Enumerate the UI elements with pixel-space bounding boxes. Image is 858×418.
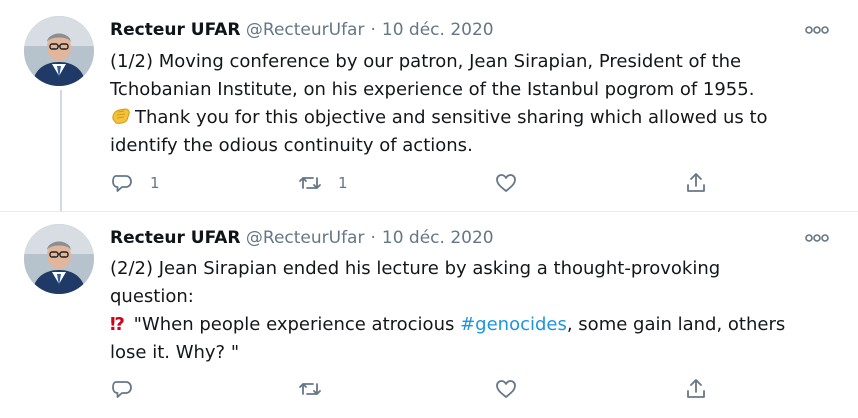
- reply-button[interactable]: [110, 374, 150, 404]
- share-icon: [687, 379, 705, 398]
- avatar[interactable]: [24, 224, 94, 294]
- tweet-text-line-content: Thank you for this objective and sensiti…: [135, 107, 768, 128]
- author-handle[interactable]: @RecteurUfar: [246, 20, 365, 40]
- tweet-text-fragment: , some gain land, others: [566, 314, 786, 335]
- tweet-text: (1/2) Moving conference by our patron, J…: [110, 48, 810, 160]
- more-options-button[interactable]: [804, 230, 830, 244]
- tweet-text-line: (1/2) Moving conference by our patron, J…: [110, 51, 742, 72]
- interrobang-emoji-icon: ⁉: [110, 314, 125, 335]
- tweet-text-line: ⁉ "When people experience atrocious #gen…: [110, 311, 810, 339]
- share-button[interactable]: [684, 168, 708, 198]
- reply-icon: [112, 381, 132, 398]
- tweet-header: Recteur UFAR @RecteurUfar · 10 déc. 2020: [110, 228, 494, 248]
- tweet-2[interactable]: Recteur UFAR @RecteurUfar · 10 déc. 2020 (…: [0, 211, 858, 418]
- tweet-text-fragment: "When people experience atrocious: [127, 314, 461, 335]
- like-button[interactable]: [494, 168, 534, 198]
- tweet-actions: [110, 374, 810, 404]
- retweet-count: 1: [338, 174, 348, 192]
- separator-dot: ·: [370, 228, 376, 248]
- share-button[interactable]: [684, 374, 708, 404]
- retweet-button[interactable]: 1: [298, 168, 348, 198]
- author-handle[interactable]: @RecteurUfar: [246, 228, 365, 248]
- reply-icon: [112, 175, 132, 192]
- more-options-icon: [805, 26, 829, 34]
- tweet-date[interactable]: 10 déc. 2020: [382, 228, 494, 248]
- author-name[interactable]: Recteur UFAR: [110, 20, 240, 40]
- reply-button[interactable]: 1: [110, 168, 160, 198]
- tweet-thread: Recteur UFAR @RecteurUfar · 10 déc. 2020 (…: [0, 0, 858, 418]
- reply-count: 1: [150, 174, 160, 192]
- like-button[interactable]: [494, 374, 534, 404]
- tweet-1[interactable]: Recteur UFAR @RecteurUfar · 10 déc. 2020 (…: [0, 0, 858, 211]
- retweet-icon: [299, 383, 321, 395]
- retweet-icon: [299, 177, 321, 189]
- tweet-header: Recteur UFAR @RecteurUfar · 10 déc. 2020: [110, 20, 494, 40]
- tweet-text: (2/2) Jean Sirapian ended his lecture by…: [110, 255, 810, 367]
- like-heart-icon: [496, 174, 516, 192]
- tweet-text-line: lose it. Why? ": [110, 342, 240, 363]
- tweet-actions: 1 1: [110, 168, 810, 198]
- share-icon: [687, 173, 705, 192]
- tweet-text-line: (2/2) Jean Sirapian ended his lecture by…: [110, 258, 721, 279]
- tweet-text-line: Thank you for this objective and sensiti…: [110, 104, 810, 132]
- hashtag-link[interactable]: #genocides: [460, 314, 567, 335]
- avatar[interactable]: [24, 16, 94, 86]
- more-options-button[interactable]: [804, 22, 830, 36]
- clapping-hands-emoji-icon: [112, 108, 130, 124]
- like-heart-icon: [496, 380, 516, 398]
- more-options-icon: [805, 234, 829, 242]
- profile-photo-icon: [24, 16, 94, 86]
- tweet-text-line: Tchobanian Institute, on his experience …: [110, 79, 755, 100]
- retweet-button[interactable]: [298, 374, 338, 404]
- tweet-text-line: question:: [110, 286, 194, 307]
- author-name[interactable]: Recteur UFAR: [110, 228, 240, 248]
- tweet-text-line: identify the odious continuity of action…: [110, 135, 473, 156]
- profile-photo-icon: [24, 224, 94, 294]
- separator-dot: ·: [370, 20, 376, 40]
- tweet-date[interactable]: 10 déc. 2020: [382, 20, 494, 40]
